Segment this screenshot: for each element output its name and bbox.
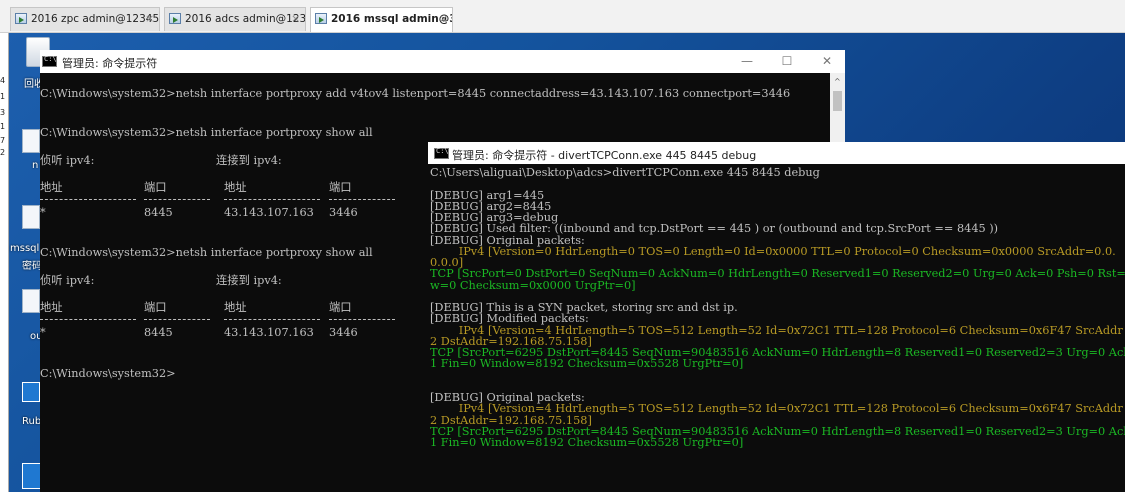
- column-header: 地址: [224, 181, 247, 194]
- table-group-label: 侦听 ipv4:: [40, 154, 95, 167]
- separator: [224, 319, 320, 320]
- column-header: 端口: [144, 181, 167, 194]
- strip-text: 2: [0, 148, 6, 157]
- separator: [329, 199, 395, 200]
- close-tab-icon[interactable]: ×: [145, 8, 154, 30]
- window-title: 管理员: 命令提示符: [62, 57, 158, 70]
- maximize-button[interactable]: ☐: [770, 54, 804, 68]
- file-icon[interactable]: [22, 205, 42, 231]
- console-line: 1 Fin=0 Window=8192 Checksum=0x5528 UrgP…: [430, 357, 744, 371]
- table-cell: 8445: [144, 206, 173, 219]
- tab-2016-adcs[interactable]: 2016 adcs admin@123 ×: [164, 7, 306, 31]
- console-line: C:\Windows\system32>netsh interface port…: [40, 126, 373, 139]
- file-icon[interactable]: [22, 382, 42, 404]
- column-header: 地址: [224, 301, 247, 314]
- table-cell: 3446: [329, 206, 358, 219]
- table-group-label: 侦听 ipv4:: [40, 274, 95, 287]
- minimize-button[interactable]: —: [730, 54, 764, 68]
- tab-label: 2016 adcs admin@123: [185, 13, 306, 25]
- file-icon[interactable]: [22, 129, 42, 155]
- table-group-label: 连接到 ipv4:: [216, 274, 282, 287]
- column-header: 地址: [40, 181, 63, 194]
- vm-tab-bar: 2016 zpc admin@12345 × 2016 adcs admin@1…: [0, 0, 1125, 33]
- scroll-thumb[interactable]: [833, 91, 842, 111]
- scroll-up-arrow[interactable]: ^: [834, 77, 841, 86]
- vm-console-icon: [169, 13, 181, 24]
- vm-console-icon: [15, 13, 27, 24]
- strip-text: 1: [0, 122, 6, 131]
- separator: [329, 319, 395, 320]
- cmd-window-divert[interactable]: C:\ 管理员: 命令提示符 - divertTCPConn.exe 445 8…: [428, 142, 1125, 492]
- column-header: 端口: [329, 181, 352, 194]
- desktop-icon-label: mssql: [10, 243, 40, 254]
- file-icon[interactable]: [22, 289, 42, 315]
- close-button[interactable]: ✕: [810, 54, 844, 68]
- tab-2016-zpc[interactable]: 2016 zpc admin@12345 ×: [10, 7, 160, 31]
- console-line: IPv4 [Version=0 HdrLength=0 TOS=0 Length…: [430, 244, 1116, 258]
- table-cell: 43.143.107.163: [224, 206, 314, 219]
- console-line: C:\Users\aliguai\Desktop\adcs>divertTCPC…: [430, 166, 820, 179]
- console-line: C:\Windows\system32>netsh interface port…: [40, 87, 791, 100]
- console-output: C:\Users\aliguai\Desktop\adcs>divertTCPC…: [430, 166, 1125, 492]
- console-prompt: C:\Windows\system32>: [40, 367, 176, 380]
- cmd-icon: C:\: [434, 147, 449, 159]
- table-cell: *: [40, 326, 46, 339]
- vm-console-icon: [315, 13, 327, 24]
- tab-label: 2016 mssql admin@321: [331, 13, 452, 25]
- strip-text: 3: [0, 108, 6, 117]
- strip-text: 1: [0, 92, 6, 101]
- cmd-icon: C:\: [42, 55, 57, 67]
- window-titlebar[interactable]: C:\ 管理员: 命令提示符 — ☐ ✕: [40, 50, 845, 73]
- column-header: 地址: [40, 301, 63, 314]
- table-cell: 8445: [144, 326, 173, 339]
- window-titlebar[interactable]: C:\ 管理员: 命令提示符 - divertTCPConn.exe 445 8…: [428, 142, 1125, 164]
- strip-text: 4: [0, 76, 6, 85]
- separator: [144, 319, 210, 320]
- table-cell: *: [40, 206, 46, 219]
- separator: [144, 199, 210, 200]
- host-side-strip: 4 1 3 1 7 2: [0, 33, 9, 492]
- table-group-label: 连接到 ipv4:: [216, 154, 282, 167]
- tab-label: 2016 zpc admin@12345: [31, 13, 160, 25]
- desktop-icon-label: 密码: [22, 261, 42, 272]
- console-line: w=0 Checksum=0x0000 UrgPtr=0]: [430, 278, 636, 292]
- table-cell: 43.143.107.163: [224, 326, 314, 339]
- close-tab-icon[interactable]: ×: [291, 8, 300, 30]
- tab-2016-mssql[interactable]: 2016 mssql admin@321 ×: [310, 7, 453, 32]
- strip-text: 7: [0, 136, 6, 145]
- separator: [40, 319, 136, 320]
- separator: [224, 199, 320, 200]
- console-line: C:\Windows\system32>netsh interface port…: [40, 246, 373, 259]
- column-header: 端口: [144, 301, 167, 314]
- console-line: 1 Fin=0 Window=8192 Checksum=0x5528 UrgP…: [430, 436, 744, 449]
- window-title: 管理员: 命令提示符 - divertTCPConn.exe 445 8445 …: [452, 149, 757, 162]
- table-cell: 3446: [329, 326, 358, 339]
- column-header: 端口: [329, 301, 352, 314]
- separator: [40, 199, 136, 200]
- desktop-icon-label: n: [32, 160, 39, 171]
- desktop-icon-label: Rub: [22, 416, 42, 427]
- close-tab-icon[interactable]: ×: [439, 8, 448, 30]
